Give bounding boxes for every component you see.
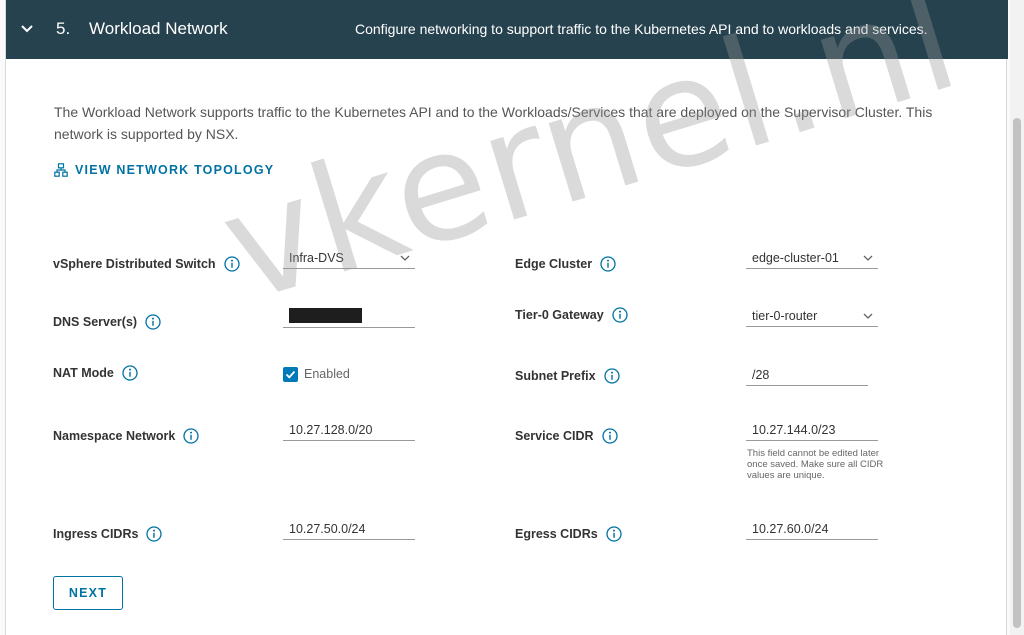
edge-cluster-label: Edge Cluster bbox=[515, 257, 593, 271]
edge-label-row: Edge Cluster bbox=[515, 256, 616, 272]
service-cidr-input[interactable]: 10.27.144.0/23 bbox=[746, 419, 878, 441]
nat-mode-checkbox[interactable] bbox=[283, 367, 298, 382]
nat-label-row: NAT Mode bbox=[53, 365, 138, 381]
info-icon[interactable] bbox=[122, 365, 138, 381]
egress-label-row: Egress CIDRs bbox=[515, 526, 622, 542]
ingress-cidrs-input[interactable]: 10.27.50.0/24 bbox=[283, 518, 415, 540]
info-icon[interactable] bbox=[223, 256, 240, 272]
info-icon[interactable] bbox=[603, 368, 620, 384]
caret-down-icon bbox=[863, 313, 873, 319]
caret-down-icon bbox=[400, 255, 410, 261]
vds-select[interactable]: Infra-DVS bbox=[283, 247, 415, 269]
info-icon[interactable] bbox=[145, 314, 161, 330]
namespace-network-value: 10.27.128.0/20 bbox=[289, 422, 373, 437]
tier0-gateway-label: Tier-0 Gateway bbox=[515, 308, 604, 322]
step-number: 5. bbox=[56, 19, 71, 38]
service-cidr-helper-text: This field cannot be edited later once s… bbox=[747, 448, 884, 481]
vds-label: vSphere Distributed Switch bbox=[53, 257, 216, 271]
edge-cluster-select[interactable]: edge-cluster-01 bbox=[746, 247, 878, 269]
step-title: Workload Network bbox=[89, 19, 228, 38]
tier0-gateway-select[interactable]: tier-0-router bbox=[746, 305, 878, 327]
namespace-label: Namespace Network bbox=[53, 429, 176, 443]
subnet-label-row: Subnet Prefix bbox=[515, 368, 620, 384]
subnet-prefix-input[interactable]: /28 bbox=[746, 364, 868, 386]
caret-down-icon bbox=[863, 255, 873, 261]
ingress-label-row: Ingress CIDRs bbox=[53, 526, 163, 542]
subnet-prefix-value: /28 bbox=[752, 367, 770, 382]
view-network-topology-label: VIEW NETWORK TOPOLOGY bbox=[75, 163, 275, 177]
service-cidr-value: 10.27.144.0/23 bbox=[752, 422, 836, 437]
dns-label-row: DNS Server(s) bbox=[53, 314, 161, 330]
vds-label-row: vSphere Distributed Switch bbox=[53, 256, 240, 272]
ingress-label: Ingress CIDRs bbox=[53, 527, 139, 541]
nat-mode-checkbox-label[interactable]: Enabled bbox=[304, 367, 350, 381]
service-cidr-label: Service CIDR bbox=[515, 429, 594, 443]
ingress-cidrs-value: 10.27.50.0/24 bbox=[289, 521, 366, 536]
step-header[interactable]: 5. Workload Network Configure networking… bbox=[6, 0, 1008, 59]
info-icon[interactable] bbox=[183, 428, 199, 444]
vds-value: Infra-DVS bbox=[289, 250, 344, 265]
info-icon[interactable] bbox=[600, 256, 616, 272]
info-icon[interactable] bbox=[612, 307, 628, 323]
step-description: Configure networking to support traffic … bbox=[355, 21, 928, 37]
scrollbar-thumb[interactable] bbox=[1013, 118, 1021, 628]
egress-cidrs-value: 10.27.60.0/24 bbox=[752, 521, 829, 536]
intro-text: The Workload Network supports traffic to… bbox=[54, 104, 933, 142]
edge-cluster-value: edge-cluster-01 bbox=[752, 250, 839, 265]
info-icon[interactable] bbox=[601, 428, 618, 444]
namespace-label-row: Namespace Network bbox=[53, 428, 199, 444]
info-icon[interactable] bbox=[146, 526, 163, 542]
nat-label: NAT Mode bbox=[53, 366, 114, 380]
checkmark-icon bbox=[285, 370, 296, 379]
subnet-prefix-label: Subnet Prefix bbox=[515, 369, 596, 383]
egress-cidrs-label: Egress CIDRs bbox=[515, 527, 598, 541]
info-icon[interactable] bbox=[606, 526, 622, 542]
tier0-gateway-value: tier-0-router bbox=[752, 308, 818, 323]
view-network-topology-link[interactable]: VIEW NETWORK TOPOLOGY bbox=[54, 163, 274, 177]
next-button[interactable]: NEXT bbox=[53, 576, 123, 610]
network-topology-icon bbox=[54, 163, 68, 177]
page-background: 5. Workload Network Configure networking… bbox=[0, 0, 1024, 635]
redacted-block bbox=[289, 308, 362, 323]
dns-label: DNS Server(s) bbox=[53, 315, 138, 329]
namespace-network-input[interactable]: 10.27.128.0/20 bbox=[283, 419, 415, 441]
service-label-row: Service CIDR bbox=[515, 428, 618, 444]
chevron-down-icon[interactable] bbox=[20, 22, 34, 36]
egress-cidrs-input[interactable]: 10.27.60.0/24 bbox=[746, 518, 878, 540]
tier0-label-row: Tier-0 Gateway bbox=[515, 307, 628, 323]
